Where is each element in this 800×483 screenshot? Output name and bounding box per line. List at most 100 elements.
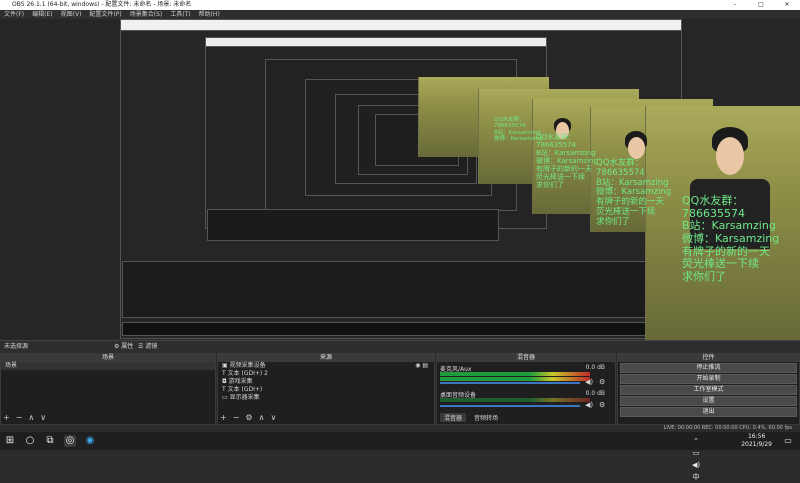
scenes-panel: 场景 场景 + − ∧ ∨ bbox=[0, 353, 216, 425]
gear-icon[interactable]: ⚙ bbox=[245, 413, 252, 422]
source-item[interactable]: T 文本 (GDI+) 2 bbox=[218, 370, 434, 378]
menu-tools[interactable]: 工具(T) bbox=[170, 10, 190, 19]
gear-icon[interactable]: ⚙ bbox=[599, 401, 605, 409]
properties-button[interactable]: ⚙ 属性 bbox=[114, 341, 133, 353]
edge-browser-icon[interactable]: ◉ bbox=[84, 435, 96, 447]
tray-icons[interactable]: ⌃ ▭ ◀) 中 bbox=[690, 435, 702, 481]
add-icon[interactable]: + bbox=[3, 413, 10, 422]
tab-audio-transition[interactable]: 音频转场 bbox=[470, 413, 502, 422]
menu-bar: 文件(F) 编辑(E) 视图(V) 配置文件(P) 场景集合(S) 工具(T) … bbox=[0, 10, 800, 19]
monitor-icon: ▭ bbox=[222, 394, 230, 401]
clock-date: 2021/9/29 bbox=[741, 441, 772, 448]
nested-panels bbox=[122, 261, 674, 318]
remove-icon[interactable]: − bbox=[16, 413, 23, 422]
sources-panel: 来源 ▣ 视频采集设备 ◉ ▤ T 文本 (GDI+) 2 ◘ 游戏采集 T 文本… bbox=[217, 353, 435, 425]
camera-icon: ▣ bbox=[222, 362, 230, 369]
mixer-title: 混音器 bbox=[437, 354, 615, 362]
overlay-text-main: QQ水友群： 786635574 B站：Karsamzing 微博：Karsam… bbox=[682, 194, 780, 283]
clock-time: 16:56 bbox=[747, 433, 766, 440]
system-clock[interactable]: 16:56 2021/9/29 bbox=[741, 433, 772, 449]
nested-taskbar bbox=[122, 322, 680, 336]
eye-icon[interactable]: ◉ ▤ bbox=[415, 362, 428, 370]
sources-title: 来源 bbox=[218, 354, 434, 362]
search-icon[interactable]: ○ bbox=[24, 435, 36, 447]
filters-button[interactable]: ☰ 滤镜 bbox=[138, 341, 157, 353]
overlay-line: QQ水友群： bbox=[682, 194, 744, 207]
remove-icon[interactable]: − bbox=[233, 413, 240, 422]
controls-panel: 控件 停止推流 开始录制 工作室模式 设置 退出 bbox=[617, 353, 800, 425]
add-icon[interactable]: + bbox=[220, 413, 227, 422]
nested-panels bbox=[207, 209, 499, 241]
window-titlebar: OBS 26.1.1 (64-bit, windows) - 配置文件: 未命名… bbox=[0, 0, 800, 10]
settings-button[interactable]: 设置 bbox=[620, 396, 797, 406]
source-toolbar: 未选择源 ⚙ 属性 ☰ 滤镜 bbox=[0, 340, 800, 353]
studio-mode-button[interactable]: 工作室模式 bbox=[620, 385, 797, 395]
audio-meter bbox=[440, 372, 590, 376]
overlay-line: 微博：Karsamzing bbox=[682, 231, 780, 245]
tab-mixer[interactable]: 混音器 bbox=[440, 413, 467, 422]
scene-item[interactable]: 场景 bbox=[1, 362, 215, 370]
menu-view[interactable]: 视图(V) bbox=[61, 10, 82, 19]
taskbar: ⊞ ○ ⧉ ◎ ◉ ⌃ ▭ ◀) 中 16:56 2021/9/29 ▭ bbox=[0, 432, 800, 481]
overlay-line: 786635574 bbox=[536, 141, 577, 150]
gear-icon[interactable]: ⚙ bbox=[599, 378, 605, 386]
status-bar: LIVE: 00:00:00 REC: 00:00:00 CPU: 0.4%, … bbox=[0, 425, 800, 432]
menu-scene-collection[interactable]: 场景集合(S) bbox=[130, 10, 163, 19]
exit-button[interactable]: 退出 bbox=[620, 407, 797, 417]
audio-meter bbox=[440, 377, 590, 381]
speaker-icon[interactable]: ◀) bbox=[585, 401, 593, 409]
source-label: 显示器采集 bbox=[229, 394, 260, 401]
menu-edit[interactable]: 编辑(E) bbox=[32, 10, 52, 19]
overlay-line: 微博：Karsamzing bbox=[494, 135, 543, 142]
menu-file[interactable]: 文件(F) bbox=[4, 10, 24, 19]
move-down-icon[interactable]: ∨ bbox=[270, 413, 276, 422]
nested-window bbox=[120, 19, 682, 31]
source-label: 文本 (GDI+) 2 bbox=[227, 370, 268, 377]
minimize-button[interactable]: – bbox=[722, 0, 748, 10]
mixer-channel-db: 0.0 dB bbox=[585, 364, 605, 371]
overlay-line: B站：Karsamzing bbox=[536, 149, 596, 158]
windows-start-icon[interactable]: ⊞ bbox=[4, 435, 16, 447]
menu-help[interactable]: 帮助(H) bbox=[199, 10, 220, 19]
audio-meter bbox=[440, 398, 590, 402]
source-label: 文本 (GDI+) bbox=[227, 386, 263, 393]
obs-app-icon[interactable]: ◎ bbox=[64, 435, 76, 447]
notification-icon[interactable]: ▭ bbox=[782, 435, 794, 447]
overlay-line: 微博：Karsamzing bbox=[536, 157, 598, 166]
move-down-icon[interactable]: ∨ bbox=[40, 413, 46, 422]
volume-fader[interactable] bbox=[440, 405, 580, 407]
scenes-title: 场景 bbox=[1, 354, 215, 362]
scenes-tools: + − ∧ ∨ bbox=[3, 413, 46, 422]
maximize-button[interactable]: □ bbox=[748, 0, 774, 10]
source-item[interactable]: ▣ 视频采集设备 ◉ ▤ bbox=[218, 362, 434, 370]
person-face bbox=[628, 137, 645, 159]
task-view-icon[interactable]: ⧉ bbox=[44, 435, 56, 447]
close-button[interactable]: ✕ bbox=[774, 0, 800, 10]
overlay-line: B站：Karsamzing bbox=[494, 129, 541, 136]
speaker-icon[interactable]: ◀) bbox=[585, 378, 593, 386]
window-title: OBS 26.1.1 (64-bit, windows) - 配置文件: 未命名… bbox=[12, 1, 192, 8]
mixer-tabs: 混音器 音频转场 bbox=[440, 413, 502, 422]
source-item[interactable]: ◘ 游戏采集 bbox=[218, 378, 434, 386]
overlay-line: 求你们了 bbox=[682, 269, 726, 283]
nested-window bbox=[205, 37, 547, 47]
source-item[interactable]: ▭ 显示器采集 bbox=[218, 394, 434, 402]
overlay-line: 求你们了 bbox=[596, 216, 631, 227]
source-item[interactable]: T 文本 (GDI+) bbox=[218, 386, 434, 394]
overlay-text-copy: QQ水友群： 786635574 B站：Karsamzing 微博：Karsam… bbox=[536, 133, 598, 189]
overlay-line: 求你们了 bbox=[536, 181, 564, 190]
sources-tools: + − ⚙ ∧ ∨ bbox=[220, 413, 276, 422]
move-up-icon[interactable]: ∧ bbox=[28, 413, 34, 422]
source-label: 视频采集设备 bbox=[229, 362, 266, 369]
menu-profile[interactable]: 配置文件(P) bbox=[89, 10, 121, 19]
status-text: LIVE: 00:00:00 REC: 00:00:00 CPU: 0.4%, … bbox=[663, 425, 792, 431]
move-up-icon[interactable]: ∧ bbox=[259, 413, 265, 422]
start-recording-button[interactable]: 开始录制 bbox=[620, 374, 797, 384]
stop-streaming-button[interactable]: 停止推流 bbox=[620, 363, 797, 373]
overlay-line: QQ水友群： bbox=[536, 133, 576, 141]
window-controls: – □ ✕ bbox=[722, 0, 800, 10]
mixer-channel-db: 0.0 dB bbox=[585, 390, 605, 397]
preview-canvas[interactable]: QQ水友群： 786635574 B站：Karsamzing 微博：Karsam… bbox=[0, 19, 800, 340]
volume-fader[interactable] bbox=[440, 382, 580, 384]
overlay-line: 荧光棒送一下续 bbox=[682, 257, 759, 271]
